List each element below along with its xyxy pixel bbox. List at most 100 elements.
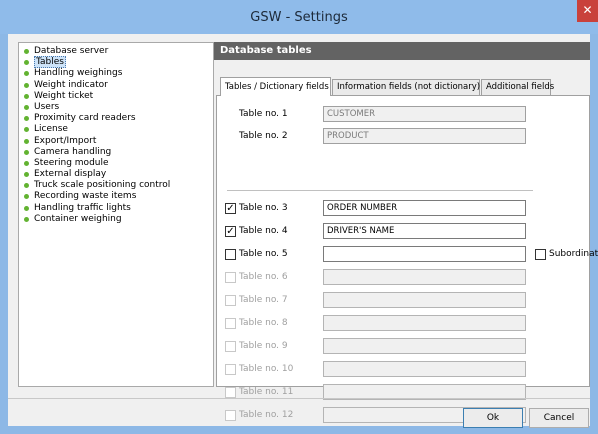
tree-item-tables[interactable]: Tables	[19, 56, 213, 69]
bullet-icon	[24, 49, 29, 54]
table-name-field	[323, 361, 526, 377]
tab-additional-fields[interactable]: Additional fields	[481, 79, 554, 95]
bullet-icon	[24, 149, 29, 155]
tree-item-label: Recording waste items	[34, 191, 137, 202]
bullet-icon	[24, 127, 29, 133]
table-label: Table no. 2	[239, 131, 288, 141]
bullet-icon	[24, 172, 29, 178]
tab-content: Table no. 1 CUSTOMER Table no. 2 PRODUCT ✓ Ta…	[216, 95, 598, 423]
table-checkbox	[225, 387, 236, 398]
tree-item-label: Handling weighings	[34, 68, 123, 79]
tree-item-label: Weight ticket	[34, 90, 94, 101]
tree-item-label: Truck scale positioning control	[34, 180, 171, 191]
tree-item-label: Weight indicator	[34, 79, 108, 90]
tree-item-license[interactable]: License	[19, 124, 213, 135]
table-row: Table no. 9	[217, 338, 589, 356]
window-title: GSW - Settings	[250, 10, 348, 25]
checkmark-icon: ✓	[226, 203, 235, 214]
bullet-icon	[24, 183, 29, 189]
tab-dictionary-fields[interactable]: Tables / Dictionary fields	[220, 77, 331, 96]
table-label: Table no. 5	[239, 249, 288, 259]
checkmark-icon: ✓	[226, 226, 235, 237]
table-label: Table no. 6	[239, 272, 288, 282]
tree-item-weight-indicator[interactable]: Weight indicator	[19, 80, 213, 91]
table-row: Table no. 11	[217, 384, 589, 402]
tree-item-external-display[interactable]: External display	[19, 169, 213, 180]
table-name-field	[323, 338, 526, 354]
table-checkbox	[225, 318, 236, 329]
table-checkbox[interactable]: ✓	[225, 203, 236, 214]
table-name-field[interactable]: ORDER NUMBER	[323, 200, 526, 216]
tree-item-weight-ticket[interactable]: Weight ticket	[19, 91, 213, 102]
bullet-icon	[24, 116, 29, 122]
tree-item-handling-traffic-lights[interactable]: Handling traffic lights	[19, 203, 213, 214]
table-name-field	[323, 315, 526, 331]
table-checkbox	[225, 272, 236, 283]
table-label: Table no. 4	[239, 226, 288, 236]
table-checkbox	[225, 410, 236, 421]
table-row: Table no. 8	[217, 315, 589, 333]
table-label: Table no. 9	[239, 341, 288, 351]
bullet-icon	[24, 160, 29, 166]
table-name-field: PRODUCT	[323, 128, 526, 144]
tree-item-label: Proximity card readers	[34, 113, 136, 124]
table-name-field[interactable]	[323, 246, 526, 262]
table-row: Table no. 5 Subordinate	[217, 246, 598, 264]
table-label: Table no. 3	[239, 203, 288, 213]
ok-button[interactable]: Ok	[463, 408, 523, 428]
settings-panel: Database tables Tables / Dictionary fiel…	[214, 42, 598, 423]
bullet-icon	[24, 216, 29, 222]
tree-item-export-import[interactable]: Export/Import	[19, 136, 213, 147]
table-label: Table no. 11	[239, 387, 294, 397]
table-checkbox	[225, 295, 236, 306]
tree-item-handling-weighings[interactable]: Handling weighings	[19, 68, 213, 79]
tab-information-fields[interactable]: Information fields (not dictionary)	[332, 79, 480, 95]
table-checkbox	[225, 364, 236, 375]
bullet-icon	[24, 71, 29, 77]
tree-item-label: Export/Import	[34, 135, 97, 146]
tree-item-container-weighing[interactable]: Container weighing	[19, 214, 213, 225]
table-row: ✓ Table no. 4 DRIVER'S NAME	[217, 223, 589, 241]
close-icon[interactable]: ✕	[577, 0, 598, 22]
tree-item-label: Camera handling	[34, 146, 112, 157]
table-row: Table no. 6	[217, 269, 589, 287]
tree-item-proximity-card-readers[interactable]: Proximity card readers	[19, 113, 213, 124]
tree-item-camera-handling[interactable]: Camera handling	[19, 147, 213, 158]
table-checkbox	[225, 341, 236, 352]
title-bar: GSW - Settings ✕	[0, 0, 598, 34]
table-name-field	[323, 269, 526, 285]
table-label: Table no. 1	[239, 109, 288, 119]
table-label: Table no. 7	[239, 295, 288, 305]
button-separator	[8, 398, 590, 399]
bullet-icon	[24, 93, 29, 99]
tree-item-label: License	[34, 124, 68, 135]
tree-item-label: Steering module	[34, 157, 109, 168]
table-checkbox[interactable]: ✓	[225, 226, 236, 237]
table-checkbox[interactable]	[225, 249, 236, 260]
bullet-icon	[24, 138, 29, 144]
table-label: Table no. 8	[239, 318, 288, 328]
tree-item-label: External display	[34, 169, 107, 180]
panel-header: Database tables	[214, 42, 590, 60]
bullet-icon	[24, 194, 29, 200]
table-name-field[interactable]: DRIVER'S NAME	[323, 223, 526, 239]
table-name-field	[323, 292, 526, 308]
settings-tree: Database server Tables Handling weighings W…	[18, 42, 214, 387]
tree-item-label: Tables	[34, 56, 66, 69]
tree-item-steering-module[interactable]: Steering module	[19, 158, 213, 169]
subordinate-label: Subordinate	[549, 249, 598, 259]
fixed-table-row: Table no. 1 CUSTOMER	[217, 106, 589, 124]
bullet-icon	[24, 82, 29, 88]
tree-item-users[interactable]: Users	[19, 102, 213, 113]
tree-item-truck-scale-positioning-control[interactable]: Truck scale positioning control	[19, 180, 213, 191]
tree-item-label: Handling traffic lights	[34, 202, 131, 213]
table-label: Table no. 12	[239, 410, 294, 420]
fixed-table-row: Table no. 2 PRODUCT	[217, 128, 589, 146]
settings-window: GSW - Settings ✕ Database server Tables Ha…	[0, 0, 598, 434]
tree-item-recording-waste-items[interactable]: Recording waste items	[19, 191, 213, 202]
subordinate-checkbox[interactable]	[535, 249, 546, 260]
bullet-icon	[24, 205, 29, 211]
tree-item-label: Database server	[34, 46, 109, 56]
tree-item-label: Container weighing	[34, 213, 122, 224]
cancel-button[interactable]: Cancel	[529, 408, 589, 428]
